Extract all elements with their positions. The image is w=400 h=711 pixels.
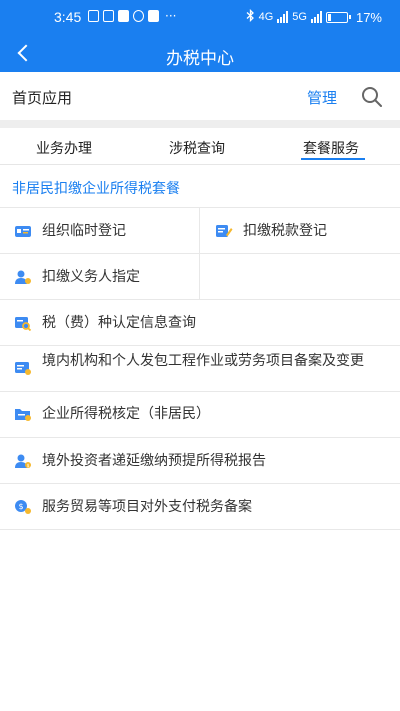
notification-icon [103,10,114,22]
list-item-tax-type-query[interactable]: 税（费）种认定信息查询 [14,314,196,332]
contract-icon [14,360,32,376]
list-item-withholding-agent-designation[interactable]: 扣缴义务人指定 [14,268,140,286]
user-add-icon [14,269,32,285]
divider [0,483,400,484]
bluetooth-icon [246,8,255,25]
status-bar: 3:45 ··· 4G 5G 17% [0,0,400,36]
investor-icon: $ [14,453,32,469]
list-item-label: 组织临时登记 [42,223,126,239]
folder-icon [14,406,32,422]
notification-icon [88,10,99,22]
home-apps-label: 首页应用 [12,89,73,107]
home-apps-row: 首页应用 管理 [0,72,400,120]
list-item-label: 境外投资者递延缴纳预提所得税报告 [42,453,266,469]
list-item-org-temp-registration[interactable]: 组织临时登记 [14,222,126,240]
page-title: 办税中心 [166,49,234,69]
list-item-withholding-registration[interactable]: 扣缴税款登记 [215,222,327,240]
battery-level: 17% [355,9,382,25]
status-time: 3:45 [54,9,82,25]
divider [0,345,400,346]
divider [0,437,400,438]
list-item-label: 扣缴税款登记 [243,223,327,239]
svg-text:$: $ [18,502,23,511]
list-item-label: 境内机构和个人发包工程作业或劳务项目备案及变更 [42,353,364,369]
signal-icon-2 [310,11,322,23]
app-notification-icon [118,10,129,22]
notification-icons: ··· [88,10,176,22]
tab-bar: 业务办理 涉税查询 套餐服务 [0,128,400,165]
list-item-label: 企业所得税核定（非居民） [42,406,210,422]
search-icon[interactable] [361,86,382,107]
payment-icon: $ [14,499,32,515]
search-document-icon [14,315,32,332]
app-notification-icon [148,10,159,22]
list-item-investor-deferral-report[interactable]: $ 境外投资者递延缴纳预提所得税报告 [14,452,266,470]
list-item-label: 服务贸易等项目对外支付税务备案 [42,499,252,515]
package-title: 非居民扣缴企业所得税套餐 [12,181,180,197]
system-icons: 4G 5G 17% [246,8,382,25]
svg-text:$: $ [27,463,30,469]
divider [0,253,400,254]
signal-icon [277,11,289,23]
edit-document-icon [215,223,233,239]
network-type-2: 5G [292,11,307,23]
tab-tax-query[interactable]: 涉税查询 [169,138,225,158]
section-divider [0,120,400,128]
app-notification-icon [133,10,144,22]
list-item-label: 扣缴义务人指定 [42,269,140,285]
more-notifications-icon: ··· [165,9,177,23]
tab-package-service[interactable]: 套餐服务 [303,138,359,158]
divider [0,299,400,300]
list-item-service-trade-filing[interactable]: $ 服务贸易等项目对外支付税务备案 [14,498,252,516]
list-item-label: 税（费）种认定信息查询 [42,315,196,331]
divider [0,391,400,392]
divider [0,207,400,208]
grid-divider [199,208,200,300]
list-item-cit-assessment[interactable]: 企业所得税核定（非居民） [14,405,210,423]
id-card-icon [14,223,32,239]
app-bar: 办税中心 [0,36,400,72]
tab-business[interactable]: 业务办理 [36,138,92,158]
battery-icon [325,11,351,23]
divider [0,529,400,530]
network-type: 4G [258,11,274,23]
active-tab-indicator [301,158,365,160]
manage-button[interactable]: 管理 [307,87,337,108]
list-item-project-filing[interactable]: 境内机构和个人发包工程作业或劳务项目备案及变更 [14,352,389,376]
